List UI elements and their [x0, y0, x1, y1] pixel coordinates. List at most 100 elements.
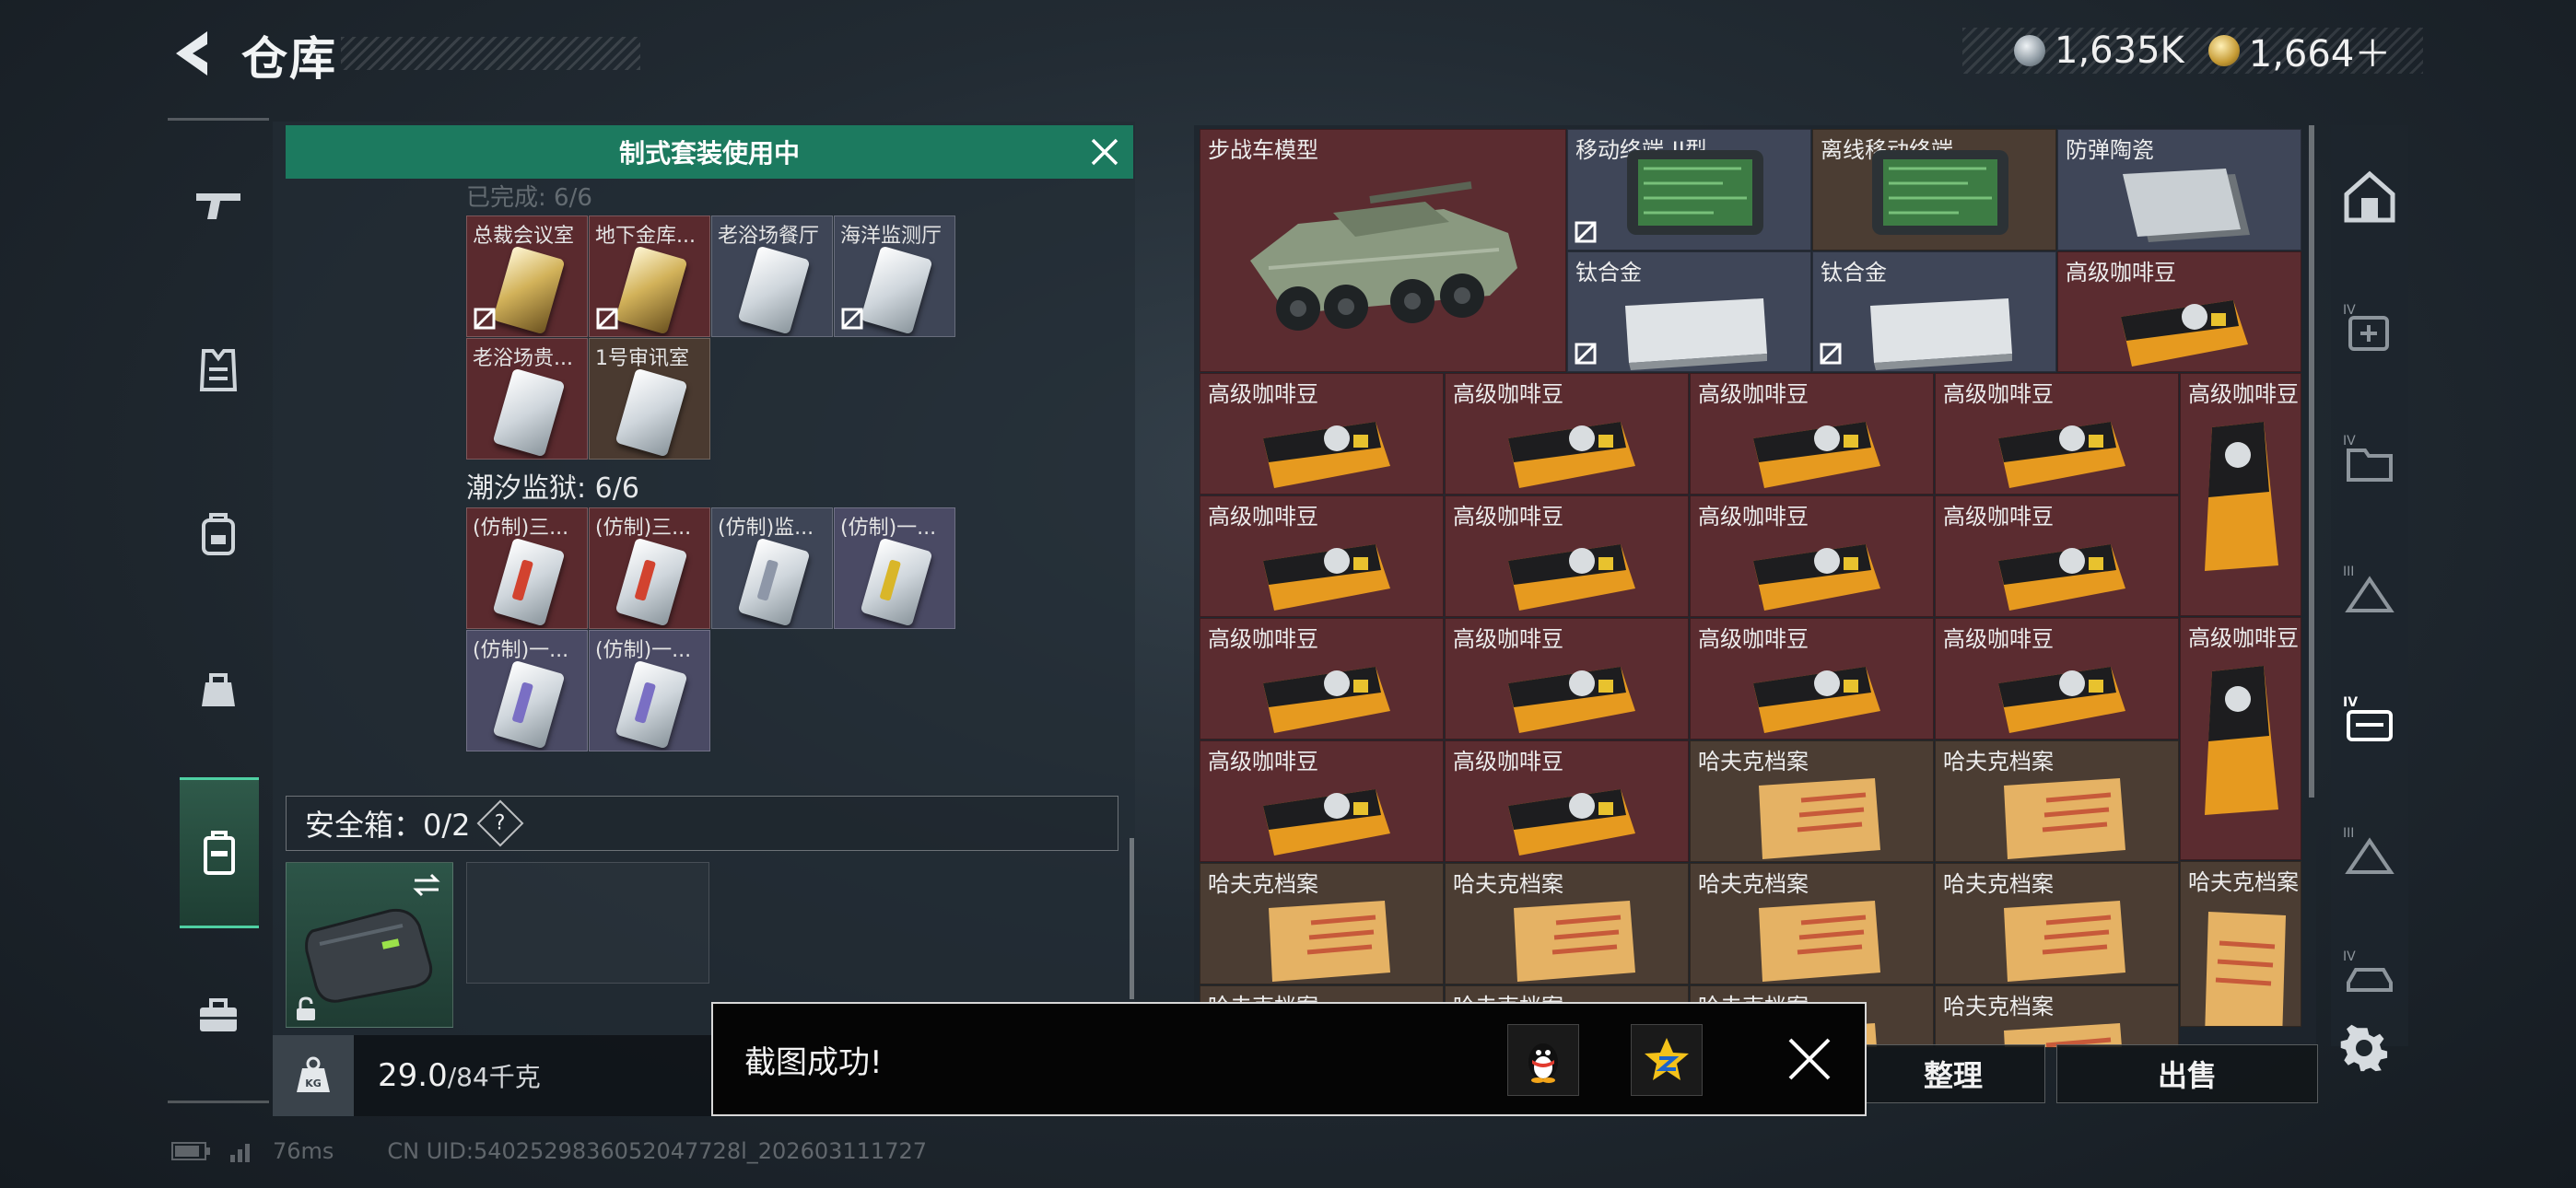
- category-weapons[interactable]: [180, 168, 257, 245]
- toast-close-button[interactable]: [1782, 1031, 1837, 1087]
- item-label: 哈夫克档案: [1208, 871, 1318, 897]
- item-label: 高级咖啡豆: [1943, 504, 2054, 530]
- stash-item-coffee[interactable]: 高级咖啡豆: [1200, 373, 1444, 495]
- stash-item-offline-terminal[interactable]: 离线移动终端: [1812, 129, 2056, 250]
- currency-silver[interactable]: 1,635K: [2014, 29, 2184, 72]
- stash-page-4-active[interactable]: IV: [2335, 685, 2405, 755]
- category-toolbox[interactable]: [180, 976, 257, 1054]
- keycard-item[interactable]: (仿制)三...: [466, 507, 588, 629]
- stash-page-home[interactable]: [2335, 162, 2405, 232]
- category-bag[interactable]: [180, 650, 257, 728]
- stash-page-3[interactable]: III: [2335, 554, 2405, 624]
- medical-icon: IV: [2343, 303, 2389, 351]
- stash-item-ceramic[interactable]: 防弹陶瓷: [2057, 129, 2301, 250]
- stash-item-file-tall[interactable]: 哈夫克档案: [2180, 861, 2301, 1027]
- keycard-item[interactable]: 总裁会议室: [466, 215, 588, 337]
- keycard-item[interactable]: (仿制)一...: [466, 630, 588, 751]
- settings-button[interactable]: [2335, 1019, 2394, 1077]
- keycard-item[interactable]: 海洋监测厅: [834, 215, 955, 337]
- coffee-bag-icon: [2121, 300, 2248, 367]
- keycard-icon: [615, 659, 688, 750]
- stash-item-file[interactable]: 哈夫克档案: [1935, 863, 2179, 984]
- organize-button[interactable]: 整理: [1861, 1044, 2045, 1103]
- keycard-item[interactable]: 地下金库...: [589, 215, 710, 337]
- bound-mark-icon: [474, 308, 496, 330]
- currency-gold[interactable]: 1,664＋: [2207, 24, 2391, 77]
- stash-item-coffee[interactable]: 高级咖啡豆: [1445, 495, 1689, 617]
- stash-item-coffee[interactable]: 高级咖啡豆: [1445, 740, 1689, 862]
- banner-close-button[interactable]: [1087, 134, 1122, 169]
- stash-item-coffee[interactable]: 高级咖啡豆: [1690, 495, 1934, 617]
- coffee-bag-icon: [1508, 544, 1635, 611]
- stash-page-1[interactable]: IV: [2335, 293, 2405, 363]
- stash-item-file[interactable]: 哈夫克档案: [1690, 863, 1934, 984]
- category-armor[interactable]: [180, 332, 257, 409]
- safe-box-empty-slot[interactable]: [466, 862, 709, 984]
- stash-item-coffee[interactable]: 高级咖啡豆: [1690, 373, 1934, 495]
- stash-item-coffee[interactable]: 高级咖啡豆: [1935, 618, 2179, 740]
- coffee-bag-icon: [2205, 422, 2278, 571]
- keycard-item[interactable]: (仿制)一...: [589, 630, 710, 751]
- stash-item-coffee[interactable]: 高级咖啡豆: [1445, 373, 1689, 495]
- stash-item-file[interactable]: 哈夫克档案: [1200, 863, 1444, 984]
- stash-item-coffee-tall[interactable]: 高级咖啡豆: [2180, 617, 2301, 860]
- coffee-bag-icon: [1508, 422, 1635, 488]
- stash-page-2[interactable]: IV: [2335, 424, 2405, 494]
- back-button[interactable]: [166, 24, 217, 83]
- item-label: 高级咖啡豆: [1453, 504, 1563, 530]
- swap-icon[interactable]: [411, 869, 442, 901]
- stash-item-coffee[interactable]: 高级咖啡豆: [1200, 618, 1444, 740]
- svg-text:III: III: [2343, 565, 2354, 579]
- status-footer: 76ms CN UID:5402529836052047728l_2026031…: [171, 1138, 927, 1164]
- weight-limit: /84千克: [447, 1062, 541, 1092]
- coffee-bag-icon: [1998, 667, 2125, 733]
- category-keycards[interactable]: [180, 777, 259, 928]
- stash-item-coffee[interactable]: 高级咖啡豆: [1935, 495, 2179, 617]
- stash-item-coffee-tall[interactable]: 高级咖啡豆: [2180, 373, 2301, 616]
- item-label: 哈夫克档案: [1943, 749, 2054, 775]
- stash-page-6[interactable]: IV: [2335, 939, 2405, 1009]
- item-label: (仿制)三...: [595, 517, 692, 540]
- keycard-item[interactable]: 老浴场餐厅: [711, 215, 833, 337]
- stash-item-file[interactable]: 哈夫克档案: [1935, 740, 2179, 862]
- share-qq-button[interactable]: [1507, 1024, 1579, 1096]
- sell-button[interactable]: 出售: [2056, 1044, 2318, 1103]
- stash-item-coffee[interactable]: 高级咖啡豆: [1445, 618, 1689, 740]
- stash-item-titanium[interactable]: 钛合金: [1812, 251, 2056, 372]
- kg-label: KG: [305, 1077, 322, 1089]
- category-backpack[interactable]: [180, 495, 257, 573]
- item-label: 哈夫克档案: [1453, 871, 1563, 897]
- item-label: 哈夫克档案: [1698, 749, 1809, 775]
- stash-item-file[interactable]: 哈夫克档案: [1445, 863, 1689, 984]
- group-progress: 已完成: 6/6: [466, 184, 592, 212]
- keycard-item[interactable]: (仿制)监...: [711, 507, 833, 629]
- stash-item-coffee[interactable]: 高级咖啡豆: [1935, 373, 2179, 495]
- keycard-item[interactable]: (仿制)三...: [589, 507, 710, 629]
- folder-icon: IV: [2343, 434, 2393, 482]
- stash-scrollbar[interactable]: [2309, 125, 2314, 798]
- stash-item-ifv-model[interactable]: 步战车模型: [1200, 129, 1566, 372]
- back-arrow-icon: [176, 31, 207, 76]
- stash-item-titanium[interactable]: 钛合金: [1567, 251, 1811, 372]
- help-button[interactable]: ?: [476, 799, 523, 847]
- hafk-file-icon: [1759, 901, 1880, 982]
- stash-item-coffee[interactable]: 高级咖啡豆: [1200, 495, 1444, 617]
- screenshot-toast: 截图成功!: [711, 1002, 1867, 1116]
- stash-item-file[interactable]: 哈夫克档案: [1935, 985, 2179, 1048]
- stash-item-coffee[interactable]: 高级咖啡豆: [2057, 251, 2301, 372]
- bound-mark-icon: [1575, 221, 1597, 243]
- stash-page-5[interactable]: III: [2335, 816, 2405, 886]
- keycard-item[interactable]: (仿制)一...: [834, 507, 955, 629]
- stash-item-terminal[interactable]: 移动终端-II型: [1567, 129, 1811, 250]
- loadout-banner: 制式套装使用中: [286, 125, 1133, 179]
- item-label: 老浴场餐厅: [718, 225, 820, 248]
- stash-item-file[interactable]: 哈夫克档案: [1690, 740, 1934, 862]
- stash-item-coffee[interactable]: 高级咖啡豆: [1690, 618, 1934, 740]
- item-label: 高级咖啡豆: [1453, 749, 1563, 775]
- stash-item-coffee[interactable]: 高级咖啡豆: [1200, 740, 1444, 862]
- qzone-star-icon: [1645, 1038, 1689, 1080]
- keycard-item[interactable]: 老浴场贵...: [466, 338, 588, 460]
- keycard-item[interactable]: 1号审讯室: [589, 338, 710, 460]
- left-scrollbar[interactable]: [1130, 838, 1134, 999]
- share-qzone-button[interactable]: [1631, 1024, 1703, 1096]
